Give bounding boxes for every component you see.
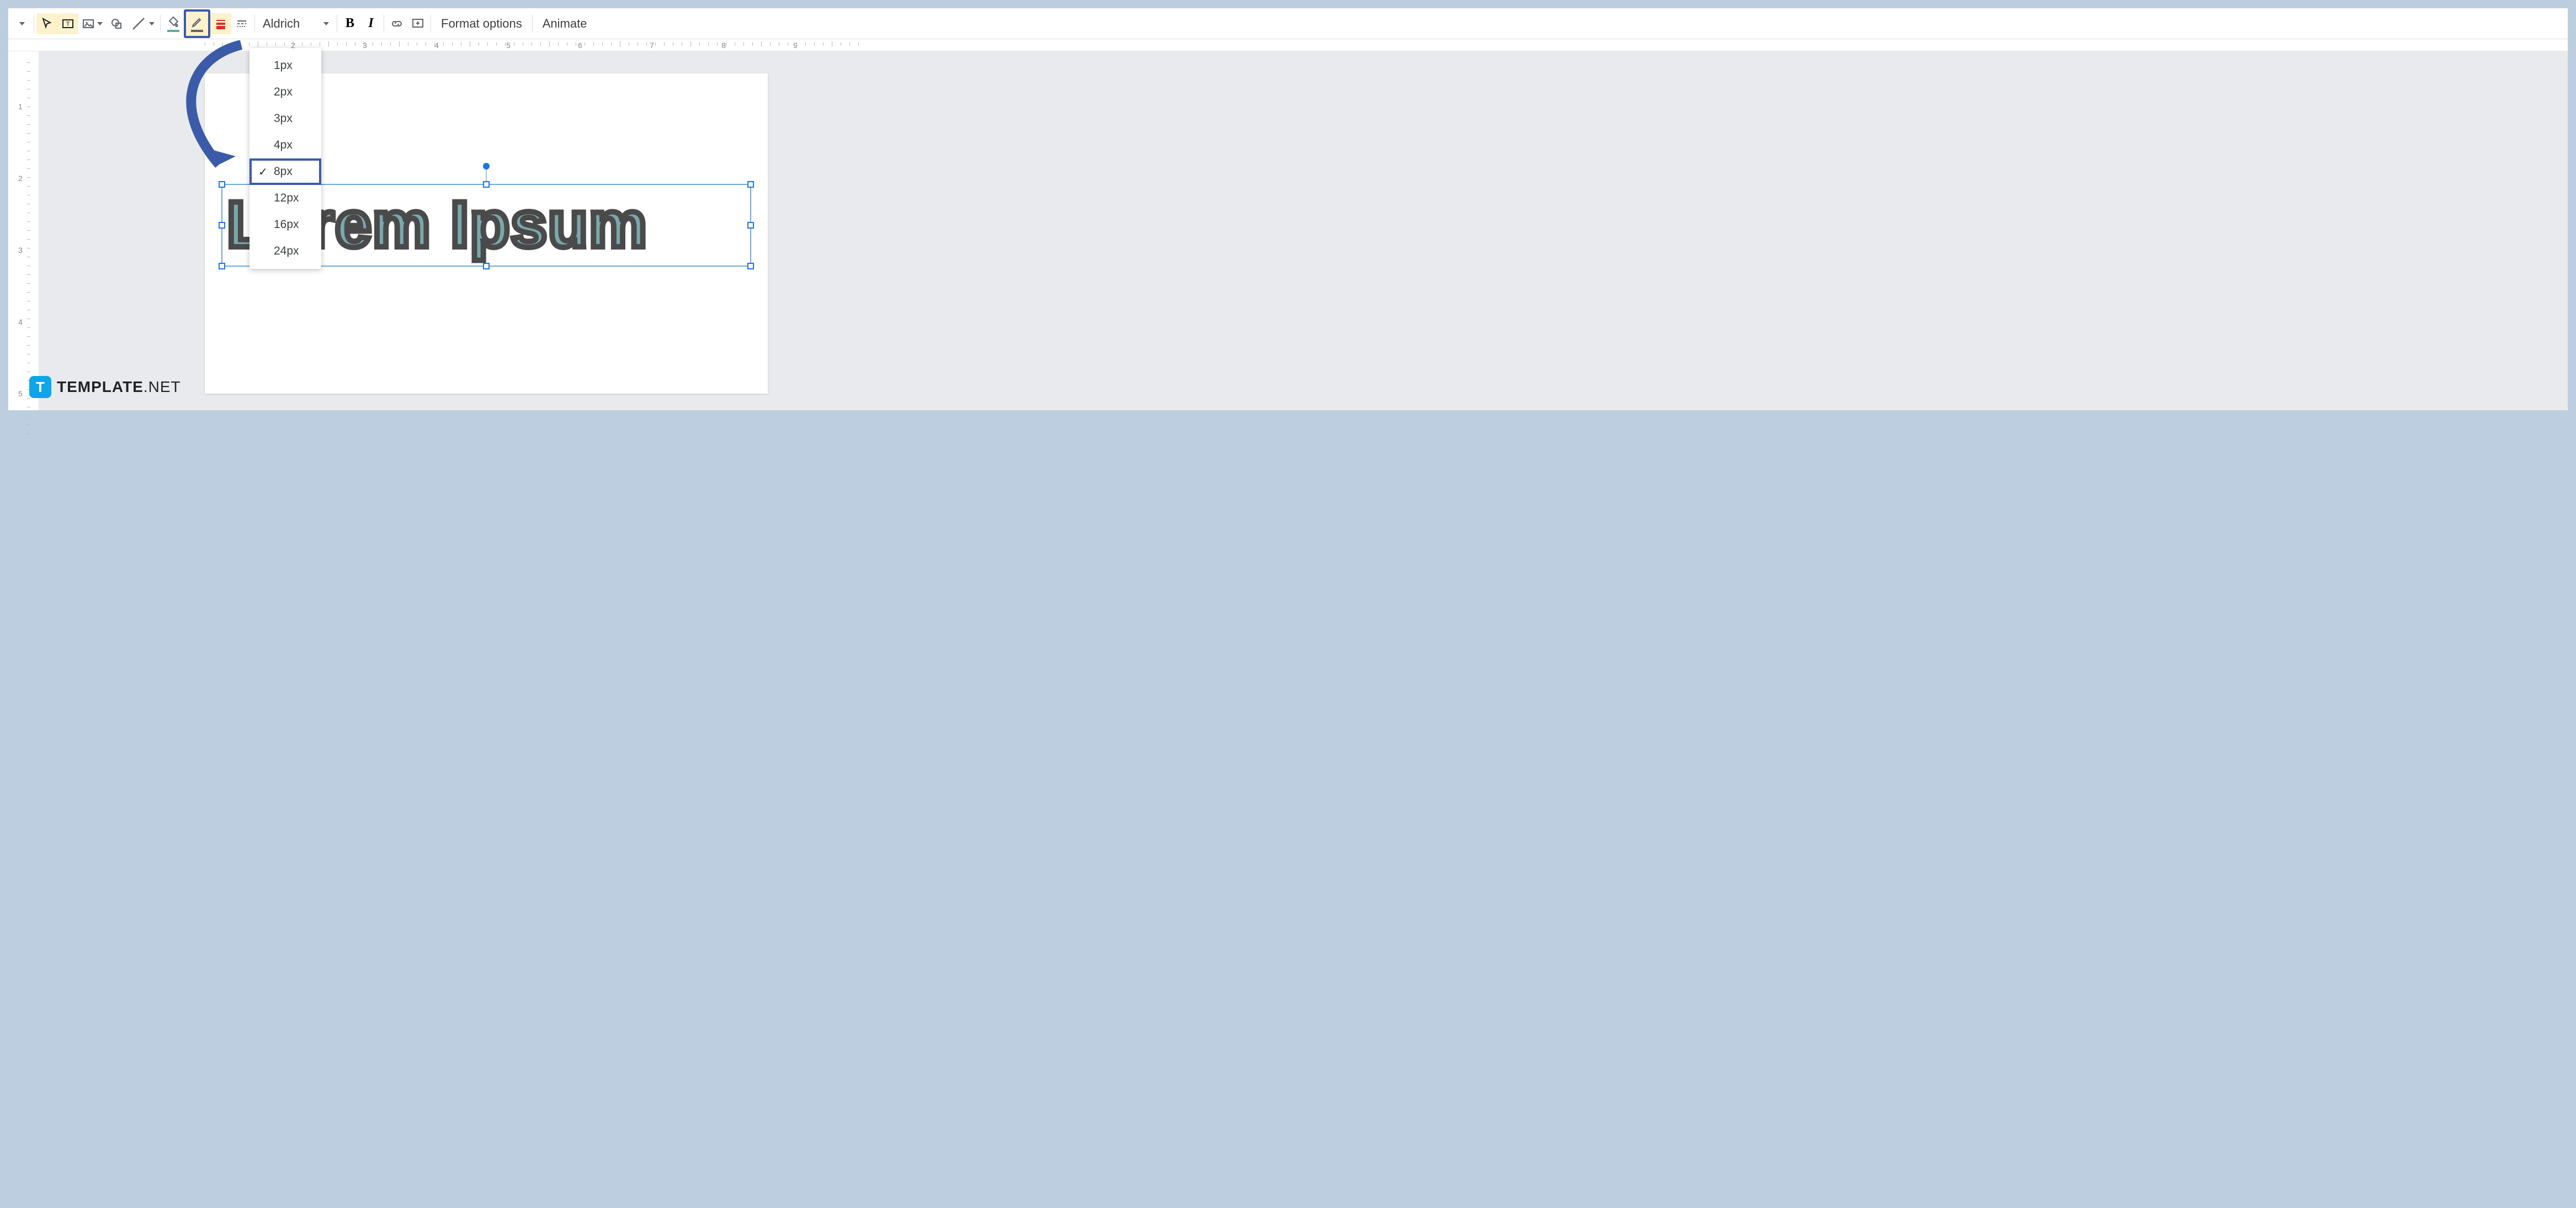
select-tool-button[interactable] (36, 13, 57, 34)
watermark-icon: T (29, 376, 51, 398)
ruler-v-number: 3 (18, 246, 23, 255)
option-label: 8px (274, 165, 293, 178)
animate-label: Animate (543, 17, 587, 31)
vertical-ruler: 1 2 3 4 5 (8, 51, 39, 410)
cursor-icon (40, 17, 54, 30)
separator (160, 15, 161, 33)
border-weight-option-2px[interactable]: 2px (249, 79, 321, 105)
resize-handle-se[interactable] (747, 263, 754, 269)
italic-icon: I (368, 16, 373, 31)
ruler-h-number: 4 (434, 41, 439, 50)
option-label: 16px (274, 218, 299, 231)
option-label: 4px (274, 139, 293, 152)
border-weight-option-24px[interactable]: 24px (249, 238, 321, 264)
format-options-label: Format options (441, 17, 522, 31)
option-label: 24px (274, 245, 299, 258)
chevron-down-icon (97, 22, 103, 25)
ruler-v-number: 4 (18, 317, 23, 326)
watermark-text: TEMPLATE.NET (57, 378, 181, 396)
shape-tool-button[interactable] (106, 13, 127, 34)
border-weight-option-8px[interactable]: ✓ 8px (249, 158, 321, 185)
border-dash-button[interactable] (231, 13, 252, 34)
ruler-h-number: 6 (578, 41, 582, 50)
bold-button[interactable]: B (339, 13, 360, 34)
resize-handle-nw[interactable] (219, 181, 225, 188)
resize-handle-e[interactable] (747, 222, 754, 229)
border-weight-option-1px[interactable]: 1px (249, 52, 321, 79)
ruler-h-number: 5 (506, 41, 511, 50)
border-weight-option-12px[interactable]: 12px (249, 185, 321, 211)
chevron-down-icon (323, 22, 329, 25)
border-dash-icon (235, 17, 248, 30)
horizontal-ruler: 23456789 (8, 39, 2568, 51)
chevron-down-icon (19, 22, 25, 25)
separator (254, 15, 255, 33)
fill-color-button[interactable] (163, 13, 184, 34)
paint-bucket-icon (167, 15, 180, 29)
border-weight-option-3px[interactable]: 3px (249, 105, 321, 132)
watermark-light: .NET (144, 378, 181, 395)
border-weight-option-4px[interactable]: 4px (249, 132, 321, 158)
border-weight-icon (214, 17, 227, 30)
border-color-swatch (191, 30, 203, 32)
ruler-h-number: 8 (721, 41, 726, 50)
pencil-icon (190, 15, 204, 29)
resize-handle-n[interactable] (483, 181, 490, 188)
comment-icon (411, 17, 424, 30)
textbox-tool-button[interactable]: T (57, 13, 78, 34)
resize-handle-sw[interactable] (219, 263, 225, 269)
more-left-button[interactable] (10, 13, 31, 34)
format-options-button[interactable]: Format options (433, 13, 530, 34)
bold-icon: B (346, 16, 354, 31)
resize-handle-ne[interactable] (747, 181, 754, 188)
shape-icon (110, 17, 123, 30)
border-weight-dropdown: 1px 2px 3px 4px ✓ 8px 12px 16px 24px (249, 48, 321, 269)
border-weight-option-16px[interactable]: 16px (249, 211, 321, 238)
italic-button[interactable]: I (360, 13, 381, 34)
ruler-v-number: 1 (18, 102, 23, 111)
border-color-button[interactable] (184, 9, 210, 38)
watermark: T TEMPLATE.NET (29, 376, 181, 398)
link-icon (390, 17, 403, 30)
textbox-icon: T (61, 17, 75, 30)
rotation-handle[interactable] (483, 163, 490, 169)
line-tool-button[interactable] (127, 13, 158, 34)
resize-handle-s[interactable] (483, 263, 490, 269)
separator (532, 15, 533, 33)
border-weight-button[interactable] (210, 13, 231, 34)
animate-button[interactable]: Animate (535, 13, 595, 34)
canvas-area: 1 2 3 4 5 Lorem Ipsum (8, 51, 2568, 410)
fill-color-swatch (167, 30, 179, 32)
chevron-down-icon (149, 22, 155, 25)
font-family-select[interactable]: Aldrich (257, 13, 334, 34)
app-window: T (8, 8, 2568, 411)
option-label: 3px (274, 112, 293, 125)
line-icon (130, 15, 147, 32)
option-label: 1px (274, 59, 293, 72)
slide-viewport[interactable]: Lorem Ipsum (39, 51, 2568, 410)
ruler-v-number: 5 (18, 389, 23, 398)
toolbar: T (8, 8, 2568, 39)
check-icon: ✓ (258, 165, 268, 179)
insert-comment-button[interactable] (407, 13, 428, 34)
ruler-h-number: 7 (650, 41, 654, 50)
option-label: 12px (274, 192, 299, 205)
image-tool-button[interactable] (78, 13, 106, 34)
font-family-label: Aldrich (263, 17, 300, 31)
insert-link-button[interactable] (386, 13, 407, 34)
option-label: 2px (274, 86, 293, 99)
resize-handle-w[interactable] (219, 222, 225, 229)
watermark-bold: TEMPLATE (57, 378, 144, 395)
ruler-v-number: 2 (18, 174, 23, 183)
svg-text:T: T (66, 21, 70, 28)
watermark-icon-letter: T (36, 379, 45, 396)
image-icon (82, 17, 95, 30)
